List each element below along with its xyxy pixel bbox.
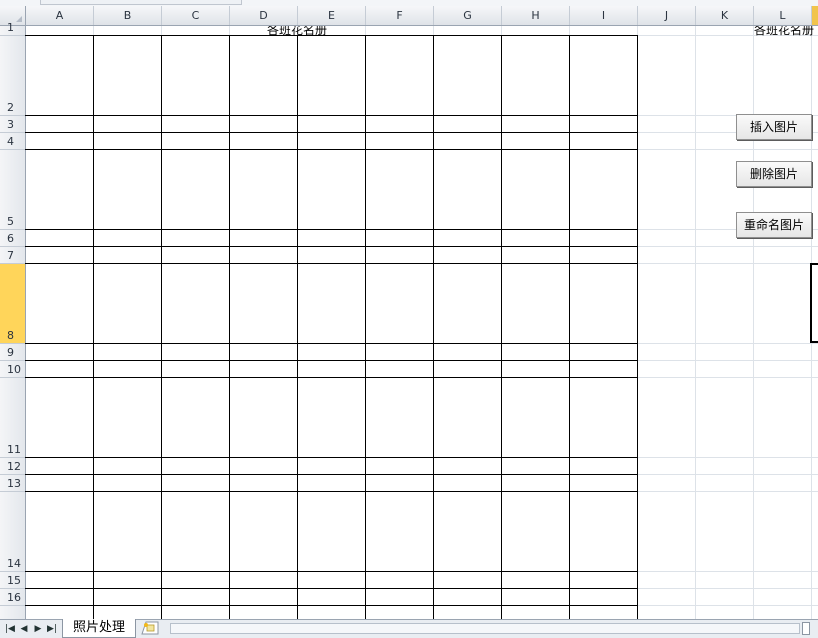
horizontal-scrollbar[interactable]: [170, 623, 800, 634]
row-header[interactable]: 7: [0, 247, 25, 264]
column-header-i[interactable]: I: [570, 6, 638, 25]
row-header[interactable]: 11: [0, 378, 25, 458]
row-header[interactable]: 5: [0, 150, 25, 230]
last-sheet-icon[interactable]: ▶|: [46, 622, 58, 636]
row-header[interactable]: 10: [0, 361, 25, 378]
column-header-f[interactable]: F: [366, 6, 434, 25]
split-handle[interactable]: [802, 622, 810, 635]
sheet-tab-photo-processing[interactable]: 照片处理: [62, 619, 137, 638]
worksheet-grid[interactable]: 各班花名册 各班花名册: [25, 26, 818, 619]
row-header[interactable]: 9: [0, 344, 25, 361]
delete-picture-button[interactable]: 删除图片: [736, 161, 812, 187]
rename-picture-button[interactable]: 重命名图片: [736, 212, 812, 238]
row-header[interactable]: 16: [0, 589, 25, 606]
insert-picture-button[interactable]: 插入图片: [736, 114, 812, 140]
row-header[interactable]: 14: [0, 492, 25, 572]
prev-sheet-icon[interactable]: ◀: [18, 622, 30, 636]
row-header[interactable]: 6: [0, 230, 25, 247]
column-header-g[interactable]: G: [434, 6, 502, 25]
row-header[interactable]: 3: [0, 116, 25, 133]
column-header-bar: A B C D E F G H I J K L: [0, 6, 818, 26]
selected-shape-edge[interactable]: [810, 263, 818, 343]
cell-title-right[interactable]: 各班花名册: [754, 26, 814, 38]
column-header-e[interactable]: E: [298, 6, 366, 25]
sheet-tab-bar: |◀ ◀ ▶ ▶| 照片处理: [0, 619, 818, 638]
column-header-a[interactable]: A: [26, 6, 94, 25]
column-header-m-selected[interactable]: [812, 6, 818, 25]
column-header-l[interactable]: L: [754, 6, 812, 25]
insert-sheet-icon[interactable]: [140, 621, 160, 635]
sheet-nav-buttons: |◀ ◀ ▶ ▶|: [4, 622, 58, 636]
row-header[interactable]: 13: [0, 475, 25, 492]
row-header[interactable]: 2: [0, 36, 25, 116]
column-header-d[interactable]: D: [230, 6, 298, 25]
column-header-b[interactable]: B: [94, 6, 162, 25]
column-header-c[interactable]: C: [162, 6, 230, 25]
next-sheet-icon[interactable]: ▶: [32, 622, 44, 636]
cell-title-main[interactable]: 各班花名册: [267, 26, 327, 38]
row-header[interactable]: 15: [0, 572, 25, 589]
row-header[interactable]: 1: [0, 21, 25, 36]
first-sheet-icon[interactable]: |◀: [4, 622, 16, 636]
row-header-selected[interactable]: 8: [0, 264, 25, 344]
row-header-bar: 1 2 3 4 5 6 7 8 9 10 11 12 13 14 15 16: [0, 21, 26, 619]
row-header[interactable]: 4: [0, 133, 25, 150]
column-header-k[interactable]: K: [696, 6, 754, 25]
column-header-j[interactable]: J: [638, 6, 696, 25]
column-header-h[interactable]: H: [502, 6, 570, 25]
row-header[interactable]: 12: [0, 458, 25, 475]
formula-bar-edge: [40, 0, 242, 5]
